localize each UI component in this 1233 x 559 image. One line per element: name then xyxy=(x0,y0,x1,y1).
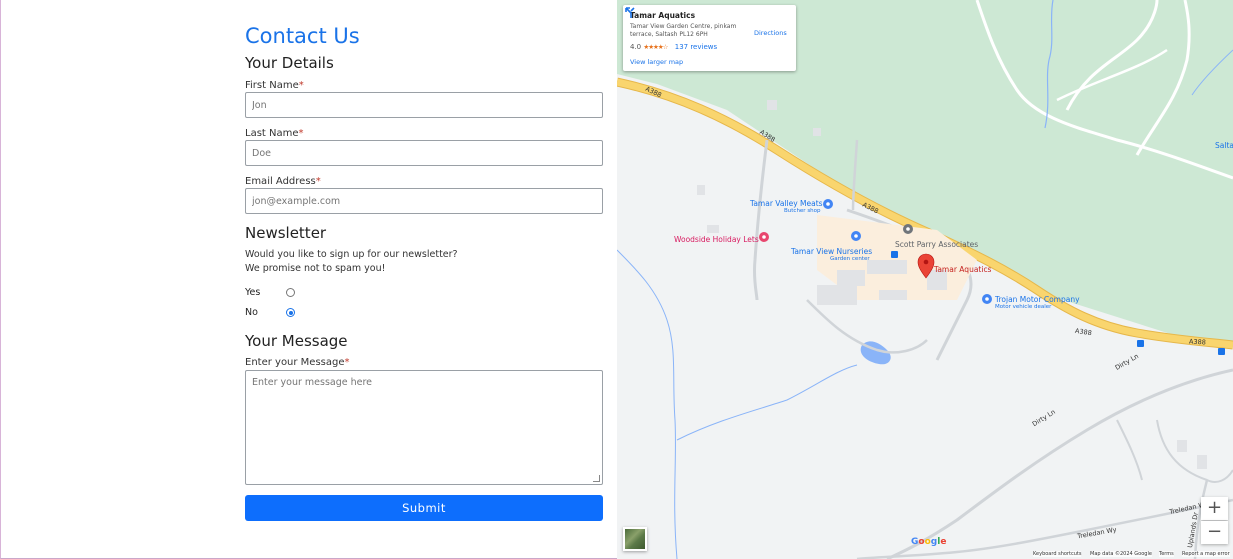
road-label: A388 xyxy=(1188,337,1207,347)
butcher-pin-icon xyxy=(823,199,833,209)
first-name-label: First Name* xyxy=(245,80,304,91)
zoom-in-button[interactable]: + xyxy=(1201,497,1228,520)
building xyxy=(697,185,705,195)
email-label: Email Address* xyxy=(245,176,321,187)
map-canvas[interactable] xyxy=(617,0,1233,559)
place-info-card: Tamar Aquatics Tamar View Garden Centre,… xyxy=(623,5,796,71)
building xyxy=(1197,455,1207,469)
rating-stars-icon: ★★★★☆ xyxy=(643,43,668,51)
place-address: Tamar View Garden Centre, pinkam terrace… xyxy=(630,23,737,38)
radio-no[interactable] xyxy=(286,308,295,317)
place-name: Tamar Aquatics xyxy=(630,11,696,20)
required-marker: * xyxy=(298,80,304,91)
place-rating-row: 4.0 ★★★★☆ 137 reviews xyxy=(630,43,717,51)
bus-stop-icon xyxy=(1218,348,1225,355)
directions-icon[interactable] xyxy=(623,5,637,19)
message-box xyxy=(245,370,603,485)
required-marker: * xyxy=(298,128,304,139)
radio-no-label: No xyxy=(245,307,258,318)
details-heading: Your Details xyxy=(245,54,334,72)
submit-button[interactable]: Submit xyxy=(245,495,603,521)
minor-road xyxy=(1156,419,1233,483)
label-nurseries[interactable]: Tamar View Nurseries xyxy=(791,247,872,256)
directions-link[interactable]: Directions xyxy=(754,29,787,37)
required-marker: * xyxy=(315,176,321,187)
required-marker: * xyxy=(344,357,350,368)
bus-stop-icon xyxy=(891,251,898,258)
map-embed[interactable]: Tamar Valley Meats Butcher shop Woodside… xyxy=(617,0,1233,559)
building xyxy=(867,260,907,274)
minor-road xyxy=(752,139,769,301)
google-logo: Google xyxy=(911,537,947,547)
building xyxy=(813,128,821,136)
scott-parry-pin-icon xyxy=(903,224,913,234)
resize-handle-icon[interactable] xyxy=(593,475,600,482)
building xyxy=(1177,440,1187,452)
message-heading: Your Message xyxy=(245,332,348,350)
label-woodside[interactable]: Woodside Holiday Lets xyxy=(674,235,759,244)
view-larger-map-link[interactable]: View larger map xyxy=(630,58,683,66)
report-error-link[interactable]: Report a map error xyxy=(1182,551,1230,557)
label-scott-parry[interactable]: Scott Parry Associates xyxy=(895,240,978,249)
label-butcher-shop: Butcher shop xyxy=(784,208,821,214)
building xyxy=(817,285,857,305)
contact-page: Contact Us Your Details First Name* Last… xyxy=(0,0,1233,559)
message-label: Enter your Message* xyxy=(245,357,350,368)
last-name-input[interactable] xyxy=(245,140,603,166)
terms-link[interactable]: Terms xyxy=(1159,551,1174,557)
trojan-pin-icon xyxy=(982,294,992,304)
building xyxy=(837,270,865,286)
bus-stop-icon xyxy=(1137,340,1144,347)
minor-road xyxy=(1116,419,1143,481)
radio-yes-label: Yes xyxy=(245,287,261,298)
holiday-pin-icon xyxy=(759,232,769,242)
building xyxy=(767,100,777,110)
email-input[interactable] xyxy=(245,188,603,214)
keyboard-shortcuts-link[interactable]: Keyboard shortcuts xyxy=(1033,551,1082,557)
label-salta: Salta xyxy=(1215,141,1233,150)
message-textarea[interactable] xyxy=(245,370,603,485)
stream xyxy=(676,364,858,441)
map-data-text: Map data ©2024 Google xyxy=(1090,551,1152,557)
label-vehicle-dealer: Motor vehicle dealer xyxy=(995,304,1052,310)
page-title: Contact Us xyxy=(245,24,360,48)
building xyxy=(707,225,719,233)
stream xyxy=(617,249,678,559)
rating-value: 4.0 xyxy=(630,43,642,51)
label-trojan[interactable]: Trojan Motor Company xyxy=(995,295,1080,304)
newsletter-question: Would you like to sign up for our newsle… xyxy=(245,249,458,260)
dirty-ln-road xyxy=(886,368,1233,559)
reviews-link[interactable]: 137 reviews xyxy=(675,43,717,51)
zoom-out-button[interactable]: − xyxy=(1201,521,1228,544)
label-tamar-aquatics[interactable]: Tamar Aquatics xyxy=(934,265,991,274)
newsletter-heading: Newsletter xyxy=(245,224,327,242)
newsletter-note: We promise not to spam you! xyxy=(245,263,386,274)
satellite-toggle-button[interactable] xyxy=(623,527,647,551)
first-name-input[interactable] xyxy=(245,92,603,118)
first-name-label-text: First Name xyxy=(245,80,299,91)
nursery-pin-icon xyxy=(851,231,861,241)
radio-yes[interactable] xyxy=(286,288,295,297)
message-label-text: Enter your Message xyxy=(245,357,345,368)
last-name-label: Last Name* xyxy=(245,128,304,139)
last-name-label-text: Last Name xyxy=(245,128,299,139)
email-label-text: Email Address xyxy=(245,176,316,187)
building xyxy=(879,290,907,300)
label-garden-center: Garden center xyxy=(830,256,870,262)
label-tamar-valley-meats[interactable]: Tamar Valley Meats xyxy=(750,199,823,208)
